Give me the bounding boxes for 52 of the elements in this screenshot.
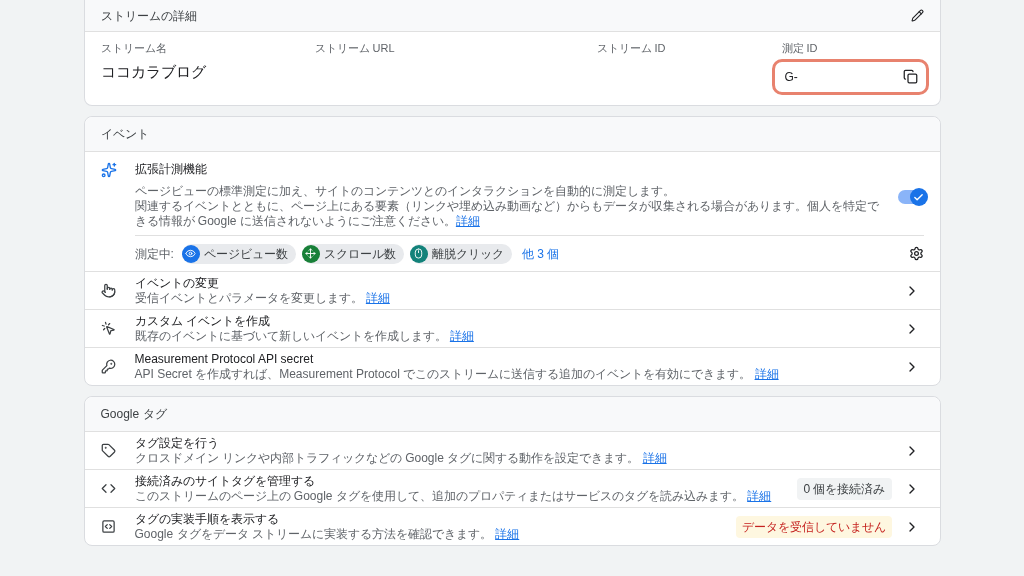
row-title: Measurement Protocol API secret bbox=[134, 351, 315, 367]
details-link[interactable]: 詳細 bbox=[642, 450, 667, 465]
row-description: クロスドメイン リンクや内部トラフィックなどの Google タグに関する動作を設定できます。 詳細 bbox=[134, 450, 668, 466]
row-description: 既存のイベントに基づいて新しいイベントを作成します。 詳細 bbox=[134, 328, 475, 344]
description-text: 関連するイベントとともに、ページ上にある要素（リンクや埋め込み動画など）からもデータが収集される場合があります。個人を特定できる情報が Google に送信されないようにご注意ください。詳細 bbox=[134, 199, 880, 229]
details-link[interactable]: 詳細 bbox=[455, 214, 480, 228]
row-title: カスタム イベントを作成 bbox=[134, 313, 271, 329]
field-label: ストリーム URL bbox=[314, 41, 396, 56]
edit-icon[interactable] bbox=[910, 9, 924, 22]
row-title: タグ設定を行う bbox=[134, 435, 220, 451]
field-value: ココカラブログ bbox=[100, 61, 207, 82]
metric-chip: 離脱クリック bbox=[409, 243, 512, 264]
mouse-icon bbox=[413, 248, 425, 259]
settings-icon[interactable] bbox=[908, 246, 924, 261]
card-title: イベント bbox=[100, 126, 149, 143]
code-square-icon bbox=[100, 519, 116, 534]
key-icon bbox=[100, 359, 116, 374]
move-arrows-icon bbox=[305, 248, 317, 259]
row-description: API Secret を作成すれば、Measurement Protocol でこのストリームに送信する追加のイベントを有効にできます。 詳細 bbox=[134, 366, 780, 382]
status-badge: データを受信していません bbox=[735, 515, 892, 538]
details-link[interactable]: 詳細 bbox=[747, 488, 772, 503]
field-label: ストリーム名 bbox=[100, 41, 168, 56]
row-title: イベントの変更 bbox=[134, 275, 220, 291]
code-icon bbox=[100, 481, 116, 496]
copy-icon[interactable] bbox=[902, 69, 918, 84]
card-title: ストリームの詳細 bbox=[100, 7, 197, 25]
row-description: Google タグをデータ ストリームに実装する方法を確認できます。 詳細 bbox=[134, 526, 521, 542]
details-link[interactable]: 詳細 bbox=[495, 526, 520, 541]
card-title: Google タグ bbox=[100, 406, 167, 423]
description-text: ページビューの標準測定に加え、サイトのコンテンツとのインタラクションを自動的に測定します。 bbox=[134, 184, 676, 199]
metric-chip: ページビュー数 bbox=[181, 243, 296, 264]
row-title: 接続済みのサイトタグを管理する bbox=[134, 473, 316, 489]
row-description: このストリームのページ上の Google タグを使用して、追加のプロパティまたはサービスのタグを読み込みます。 詳細 bbox=[134, 488, 773, 504]
sparkle-icon bbox=[100, 162, 117, 178]
eye-icon bbox=[185, 248, 197, 259]
details-link[interactable]: 詳細 bbox=[449, 328, 474, 343]
metric-chip: スクロール数 bbox=[301, 243, 404, 264]
measuring-label: 測定中: bbox=[134, 245, 174, 263]
section-title: 拡張計測機能 bbox=[134, 161, 208, 178]
details-link[interactable]: 詳細 bbox=[754, 366, 779, 381]
tag-icon bbox=[100, 443, 116, 458]
field-value: G- bbox=[784, 68, 798, 86]
pointer-hand-icon bbox=[100, 283, 116, 298]
details-link[interactable]: 詳細 bbox=[365, 290, 390, 305]
check-icon bbox=[913, 191, 924, 203]
row-title: タグの実装手順を表示する bbox=[134, 511, 280, 527]
field-label: 測定 ID bbox=[781, 41, 819, 56]
cursor-click-icon bbox=[100, 321, 116, 336]
row-description: 受信イベントとパラメータを変更します。 詳細 bbox=[134, 290, 391, 306]
more-link[interactable]: 他 3 個 bbox=[521, 244, 560, 263]
status-badge: 0 個を接続済み bbox=[797, 477, 892, 500]
field-label: ストリーム ID bbox=[596, 41, 667, 56]
